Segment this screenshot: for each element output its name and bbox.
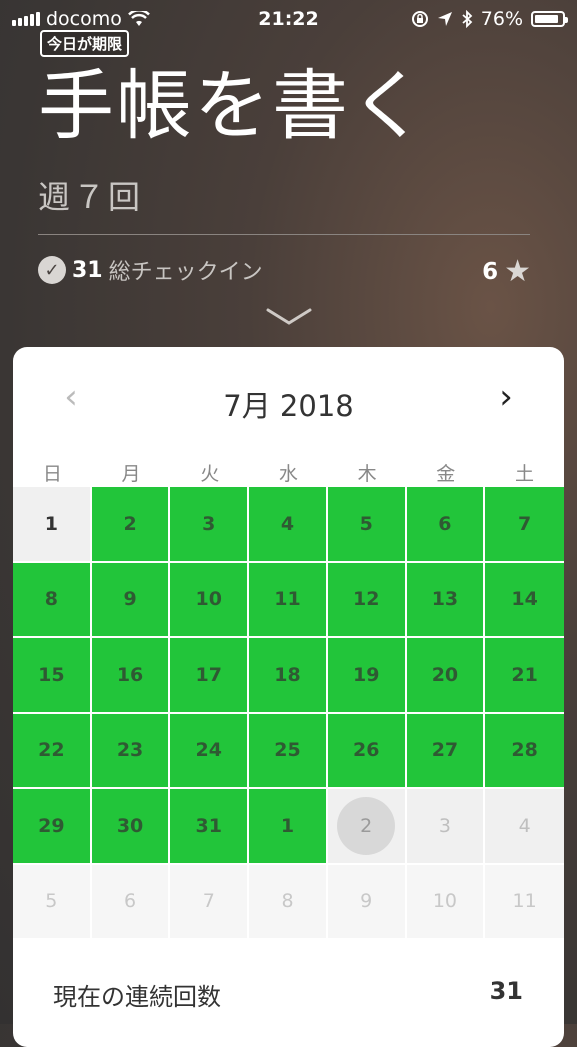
calendar-day[interactable]: 14 xyxy=(485,562,564,638)
calendar-day[interactable]: 13 xyxy=(406,562,486,638)
weekday-header: 日月火水木金土 xyxy=(13,459,564,486)
weekday-label: 木 xyxy=(357,463,377,485)
weekday-label: 日 xyxy=(42,463,62,485)
calendar-day[interactable]: 29 xyxy=(13,789,92,865)
calendar-day[interactable]: 5 xyxy=(13,864,92,940)
location-icon xyxy=(437,12,452,26)
calendar-day[interactable]: 1 xyxy=(249,789,328,865)
star-count[interactable]: 6 ★ xyxy=(482,254,531,289)
battery-percent: 76% xyxy=(480,8,523,30)
calendar-day[interactable]: 7 xyxy=(485,487,564,563)
month-label: 7月 2018 xyxy=(223,389,354,423)
calendar-day[interactable]: 9 xyxy=(327,864,407,940)
weekday-label: 月 xyxy=(121,463,141,485)
checkin-count: 31 xyxy=(72,257,103,283)
bluetooth-icon xyxy=(462,10,473,28)
checkmark-icon: ✓ xyxy=(38,256,66,284)
calendar-day[interactable]: 9 xyxy=(91,562,171,638)
calendar-day[interactable]: 16 xyxy=(91,638,171,714)
next-month-button[interactable]: › xyxy=(486,377,526,417)
calendar-day[interactable]: 8 xyxy=(13,562,92,638)
calendar-grid: 1 2 3 4 5 6 7 8 9 10 11 12 13 14 15 16 17 18 19 20 21 22 23 24 2… xyxy=(13,487,564,940)
weekday-label: 火 xyxy=(200,463,220,485)
calendar-day[interactable]: 17 xyxy=(170,638,250,714)
calendar-day[interactable]: 22 xyxy=(13,713,92,789)
calendar-day[interactable]: 12 xyxy=(327,562,407,638)
battery-icon xyxy=(531,11,568,27)
calendar-day[interactable]: 4 xyxy=(485,789,564,865)
calendar-day[interactable]: 7 xyxy=(170,864,250,940)
calendar-day[interactable]: 28 xyxy=(485,713,564,789)
calendar-day[interactable]: 11 xyxy=(485,864,564,940)
calendar-day[interactable]: 4 xyxy=(249,487,328,563)
calendar-day[interactable]: 11 xyxy=(249,562,328,638)
calendar-day[interactable]: 1 xyxy=(13,487,92,563)
calendar-day[interactable]: 24 xyxy=(170,713,250,789)
streak-value: 31 xyxy=(489,977,523,1005)
calendar-day[interactable]: 26 xyxy=(327,713,407,789)
current-streak: 現在の連続回数 31 xyxy=(53,977,523,1012)
calendar-day[interactable]: 10 xyxy=(406,864,486,940)
calendar-day[interactable]: 23 xyxy=(91,713,171,789)
calendar-day[interactable]: 3 xyxy=(170,487,250,563)
calendar-day[interactable]: 3 xyxy=(406,789,486,865)
calendar-day[interactable]: 19 xyxy=(327,638,407,714)
chevron-down-icon[interactable] xyxy=(265,307,313,327)
calendar-day[interactable]: 2 xyxy=(327,789,407,865)
calendar-day[interactable]: 18 xyxy=(249,638,328,714)
calendar-day[interactable]: 8 xyxy=(249,864,328,940)
calendar-day[interactable]: 5 xyxy=(327,487,407,563)
calendar-day[interactable]: 25 xyxy=(249,713,328,789)
calendar-day[interactable]: 30 xyxy=(91,789,171,865)
deadline-badge: 今日が期限 xyxy=(40,30,130,57)
calendar-day[interactable]: 6 xyxy=(91,864,171,940)
calendar-day[interactable]: 10 xyxy=(170,562,250,638)
divider xyxy=(38,234,530,235)
calendar-card: ‹ 7月 2018 › 日月火水木金土 1 2 3 4 5 6 7 8 9 10 11 12 13 14 1… xyxy=(13,347,564,1047)
calendar-day[interactable]: 2 xyxy=(91,487,171,563)
calendar-day[interactable]: 6 xyxy=(406,487,486,563)
star-count-value: 6 xyxy=(482,258,499,285)
weekday-label: 土 xyxy=(514,463,534,485)
habit-frequency: 週７回 xyxy=(38,178,144,216)
calendar-day[interactable]: 20 xyxy=(406,638,486,714)
status-right: 76% xyxy=(411,8,568,30)
checkin-label: 総チェックイン xyxy=(108,260,263,285)
weekday-label: 水 xyxy=(278,463,298,485)
weekday-label: 金 xyxy=(436,463,456,485)
current-day-marker: 2 xyxy=(337,796,396,855)
star-icon: ★ xyxy=(504,254,531,289)
calendar-day[interactable]: 15 xyxy=(13,638,92,714)
total-checkins: ✓ 31 総チェックイン xyxy=(38,254,263,286)
calendar-day[interactable]: 31 xyxy=(170,789,250,865)
calendar-day[interactable]: 27 xyxy=(406,713,486,789)
calendar-day[interactable]: 21 xyxy=(485,638,564,714)
orientation-lock-icon xyxy=(411,11,428,27)
streak-label: 現在の連続回数 xyxy=(53,983,221,1011)
habit-title: 手帳を書く xyxy=(38,61,428,150)
